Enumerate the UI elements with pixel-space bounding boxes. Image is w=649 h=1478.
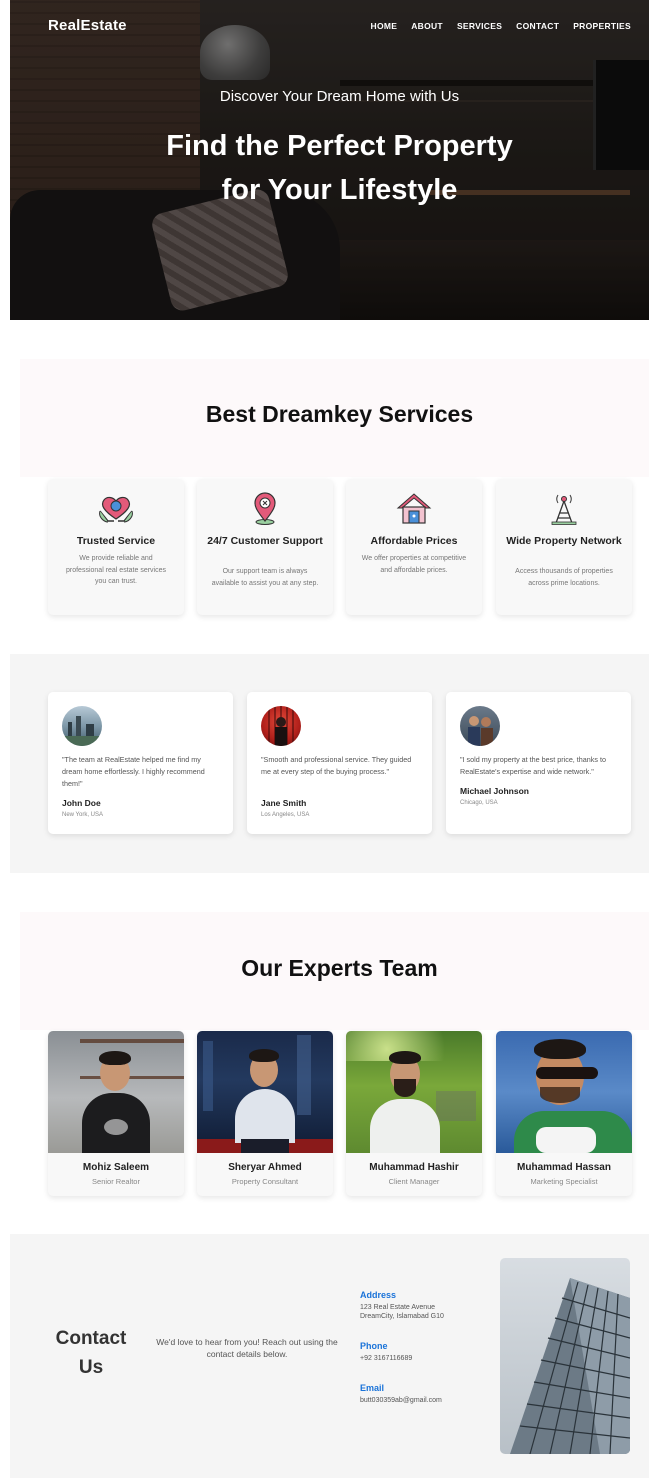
service-card: Affordable Prices We offer properties at… xyxy=(346,479,482,615)
testimonial-card: "The team at RealEstate helped me find m… xyxy=(48,692,233,834)
page: RealEstate HOME ABOUT SERVICES CONTACT P… xyxy=(0,0,649,1478)
heart-hands-icon xyxy=(99,496,133,523)
address-label: Address xyxy=(360,1290,397,1300)
team-member-card: Mohiz Saleem Senior Realtor xyxy=(48,1031,184,1196)
nav-about[interactable]: ABOUT xyxy=(411,21,443,31)
address-line2: DreamCity, Islamabad G10 xyxy=(360,1313,444,1320)
hero-title: Find the Perfect Property for Your Lifes… xyxy=(166,130,513,206)
house-icon xyxy=(396,493,432,524)
hero-subtitle: Discover Your Dream Home with Us xyxy=(219,88,460,105)
member-photo xyxy=(48,1031,184,1153)
team-member-card: Sheryar Ahmed Property Consultant xyxy=(197,1031,333,1196)
contact-description: We'd love to hear from you! Reach out us… xyxy=(156,1337,338,1359)
avatar xyxy=(62,706,102,746)
team-member-card: Muhammad Hassan Marketing Specialist xyxy=(496,1031,632,1196)
avatar xyxy=(460,706,500,746)
services-title: Best Dreamkey Services xyxy=(205,401,474,427)
main-nav: HOME ABOUT SERVICES CONTACT PROPERTIES xyxy=(371,21,632,31)
nav-properties[interactable]: PROPERTIES xyxy=(573,21,631,31)
email-label: Email xyxy=(360,1383,385,1393)
avatar xyxy=(261,706,301,746)
member-photo xyxy=(197,1031,333,1153)
member-photo xyxy=(346,1031,482,1153)
phone-label: Phone xyxy=(360,1341,388,1351)
service-card: Wide Property Network Access thousands o… xyxy=(496,479,632,615)
nav-services[interactable]: SERVICES xyxy=(457,21,502,31)
brand-logo[interactable]: RealEstate xyxy=(48,17,127,34)
team-member-card: Muhammad Hashir Client Manager xyxy=(346,1031,482,1196)
nav-contact[interactable]: CONTACT xyxy=(516,21,559,31)
antenna-tower-icon xyxy=(551,494,577,525)
building-photo xyxy=(500,1258,630,1454)
team-title: Our Experts Team xyxy=(241,955,438,981)
service-card: Trusted Service We provide reliable and … xyxy=(48,479,184,615)
testimonial-card: "I sold my property at the best price, t… xyxy=(446,692,631,834)
member-photo xyxy=(496,1031,632,1153)
nav-home[interactable]: HOME xyxy=(371,21,398,31)
service-card: 24/7 Customer Support Our support team i… xyxy=(197,479,333,615)
location-support-icon xyxy=(254,492,276,525)
email-value[interactable]: butt030359ab@gmail.com xyxy=(360,1396,442,1406)
phone-value[interactable]: +92 3167116689 xyxy=(360,1354,412,1364)
testimonial-card: "Smooth and professional service. They g… xyxy=(247,692,432,834)
contact-title: Contact Us xyxy=(55,1328,127,1378)
